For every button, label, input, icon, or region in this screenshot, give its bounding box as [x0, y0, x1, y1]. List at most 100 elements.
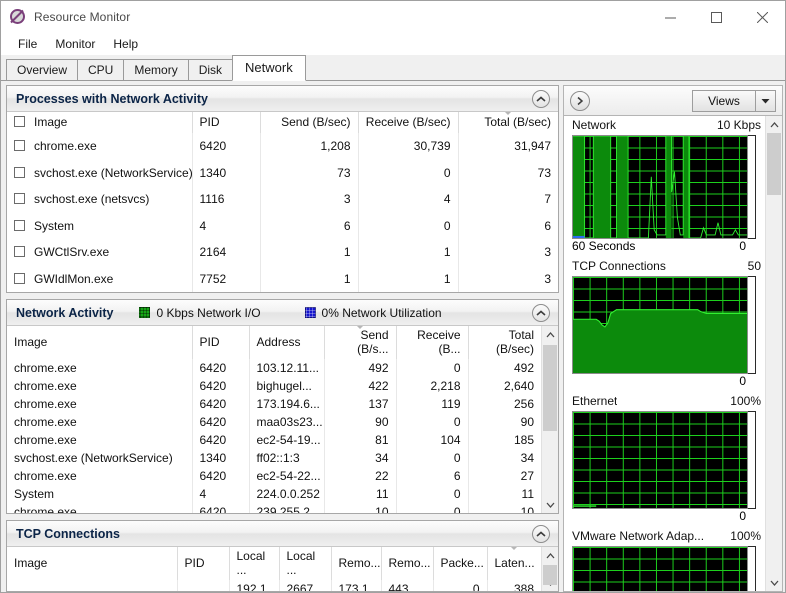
column-header-send[interactable]: Send (B/sec) — [260, 112, 359, 133]
scrollbar-track[interactable] — [542, 343, 558, 496]
column-header-remote-address[interactable]: Remo... — [331, 547, 382, 580]
table-row[interactable]: svchost.exe (netsvcs) 1116 3 4 7 — [7, 186, 558, 213]
cell-send: 73 — [260, 159, 359, 186]
cell-image: chrome.exe — [7, 503, 193, 513]
chevron-down-icon[interactable] — [755, 90, 775, 111]
cell-receive: 0 — [358, 159, 459, 186]
window-title: Resource Monitor — [34, 10, 131, 24]
column-header-image[interactable]: Image — [7, 326, 193, 359]
table-row[interactable]: svchost.exe (NetworkService) 1340 ff02::1:… — [7, 449, 541, 467]
graph-network: Network 10 Kbps 60 Seconds 0 — [572, 118, 761, 256]
views-button[interactable]: Views — [692, 89, 776, 112]
column-header-send[interactable]: Send (B/s... — [324, 326, 397, 359]
cell-total: 34 — [520, 451, 534, 465]
graph-network-body — [572, 135, 761, 239]
column-header-local-port[interactable]: Local ... — [279, 547, 332, 580]
scrollbar-thumb[interactable] — [543, 345, 557, 431]
graph-tcp-plot — [572, 276, 748, 374]
column-header-packet-loss[interactable]: Packe... — [433, 547, 488, 580]
select-all-checkbox[interactable] — [14, 116, 25, 127]
graph-tcp-body — [572, 276, 761, 374]
chevron-up-icon[interactable] — [532, 525, 550, 543]
cell-image: GWCtlSrv.exe — [7, 239, 193, 266]
chevron-up-icon[interactable] — [532, 90, 550, 108]
column-header-latency[interactable]: Laten... — [487, 547, 541, 580]
column-header-image[interactable]: Image — [7, 112, 193, 133]
table-row[interactable]: chrome.exe 6420 239.255.2... 10 0 10 — [7, 503, 541, 513]
scroll-up-icon[interactable] — [766, 116, 782, 133]
graph-tcp-wave — [573, 277, 747, 373]
tab-cpu[interactable]: CPU — [77, 59, 125, 80]
table-row[interactable]: System 4 6 0 6 — [7, 212, 558, 239]
table-row[interactable]: chrome.exe 6420 173.194.6... 137 119 256 — [7, 395, 541, 413]
cell-receive: 6 — [396, 467, 469, 485]
graph-network-timespan: 60 Seconds — [572, 239, 636, 253]
row-checkbox[interactable] — [14, 219, 25, 231]
table-row[interactable]: GWCtlSrv.exe 2164 1 1 3 — [7, 239, 558, 266]
chevron-right-icon[interactable] — [570, 90, 590, 111]
table-row[interactable]: chrome.exe 6420 103.12.11... 492 0 492 — [7, 359, 541, 377]
row-checkbox[interactable] — [14, 166, 25, 178]
tab-disk[interactable]: Disk — [187, 59, 234, 80]
scrollbar-track[interactable] — [766, 133, 782, 574]
cell-pid: 1116 — [192, 186, 261, 213]
menu-help[interactable]: Help — [104, 35, 147, 53]
cell-image: svchost.exe (netsvcs) — [7, 186, 193, 213]
graphs-scrollbar[interactable] — [765, 116, 782, 591]
table-row[interactable]: chrome.exe 6420 bighugel... 422 2,218 2,640 — [7, 377, 541, 395]
table-row[interactable]: chrome.exe 6420 maa03s23... 90 0 90 — [7, 413, 541, 431]
table-row[interactable]: System 4 224.0.0.252 11 0 11 — [7, 485, 541, 503]
chevron-up-icon[interactable] — [532, 304, 550, 322]
scroll-up-icon[interactable] — [542, 547, 558, 564]
cell-send: 90 — [324, 413, 397, 431]
maximize-button[interactable] — [693, 1, 739, 33]
scroll-down-icon[interactable] — [766, 574, 782, 591]
scroll-up-icon[interactable] — [542, 326, 558, 343]
scrollbar-thumb[interactable] — [767, 133, 781, 195]
table-row[interactable]: 192.1 2667 173.1 443 0 388 — [7, 580, 541, 591]
row-checkbox[interactable] — [14, 246, 25, 258]
processes-section-header[interactable]: Processes with Network Activity — [7, 86, 558, 112]
cell-pid: 6420 — [192, 359, 250, 377]
column-header-image[interactable]: Image — [7, 547, 178, 580]
menu-monitor[interactable]: Monitor — [46, 35, 104, 53]
row-checkbox[interactable] — [14, 272, 25, 284]
scrollbar-track[interactable] — [542, 564, 558, 585]
tab-overview[interactable]: Overview — [6, 59, 79, 80]
table-row[interactable]: chrome.exe 6420 ec2-54-19... 81 104 185 — [7, 431, 541, 449]
table-row[interactable]: svchost.exe (NetworkService) 1340 73 0 73 — [7, 159, 558, 186]
table-row[interactable]: chrome.exe 6420 1,208 30,739 31,947 — [7, 133, 558, 160]
cell-packet-loss: 0 — [433, 580, 488, 591]
tcp-connections-section-header[interactable]: TCP Connections — [7, 521, 558, 547]
column-header-local-address[interactable]: Local ... — [229, 547, 280, 580]
row-checkbox[interactable] — [14, 140, 25, 152]
scroll-down-icon[interactable] — [542, 496, 558, 513]
minimize-button[interactable] — [647, 1, 693, 33]
cell-image: chrome.exe — [7, 413, 193, 431]
row-checkbox[interactable] — [14, 193, 25, 205]
tab-memory[interactable]: Memory — [123, 59, 189, 80]
menu-file[interactable]: File — [9, 35, 46, 53]
column-header-receive[interactable]: Receive (B... — [396, 326, 469, 359]
column-header-pid[interactable]: PID — [192, 112, 261, 133]
column-header-pid[interactable]: PID — [192, 326, 250, 359]
cell-receive: 1 — [358, 265, 459, 292]
cell-send: 22 — [324, 467, 397, 485]
scrollbar-thumb[interactable] — [543, 565, 557, 585]
graph-ethernet-title: Ethernet — [572, 394, 618, 408]
cell-remote-port: 443 — [381, 580, 434, 591]
column-header-receive[interactable]: Receive (B/sec) — [358, 112, 459, 133]
table-row[interactable]: GWIdlMon.exe 7752 1 1 3 — [7, 265, 558, 292]
close-button[interactable] — [739, 1, 785, 33]
column-header-remote-port[interactable]: Remo... — [381, 547, 434, 580]
column-header-total[interactable]: Total (B/sec) — [458, 112, 558, 133]
table-row[interactable]: chrome.exe 6420 ec2-54-22... 22 6 27 — [7, 467, 541, 485]
tab-strip: Overview CPU Memory Disk Network — [1, 55, 785, 81]
network-activity-scrollbar[interactable] — [541, 326, 558, 513]
column-header-pid[interactable]: PID — [177, 547, 230, 580]
tab-network[interactable]: Network — [232, 55, 306, 81]
column-header-total[interactable]: Total (B/sec) — [468, 326, 541, 359]
network-activity-section-header[interactable]: Network Activity 0 Kbps Network I/O 0% N… — [7, 300, 558, 326]
column-header-address[interactable]: Address — [249, 326, 325, 359]
tcp-scrollbar[interactable] — [541, 547, 558, 591]
